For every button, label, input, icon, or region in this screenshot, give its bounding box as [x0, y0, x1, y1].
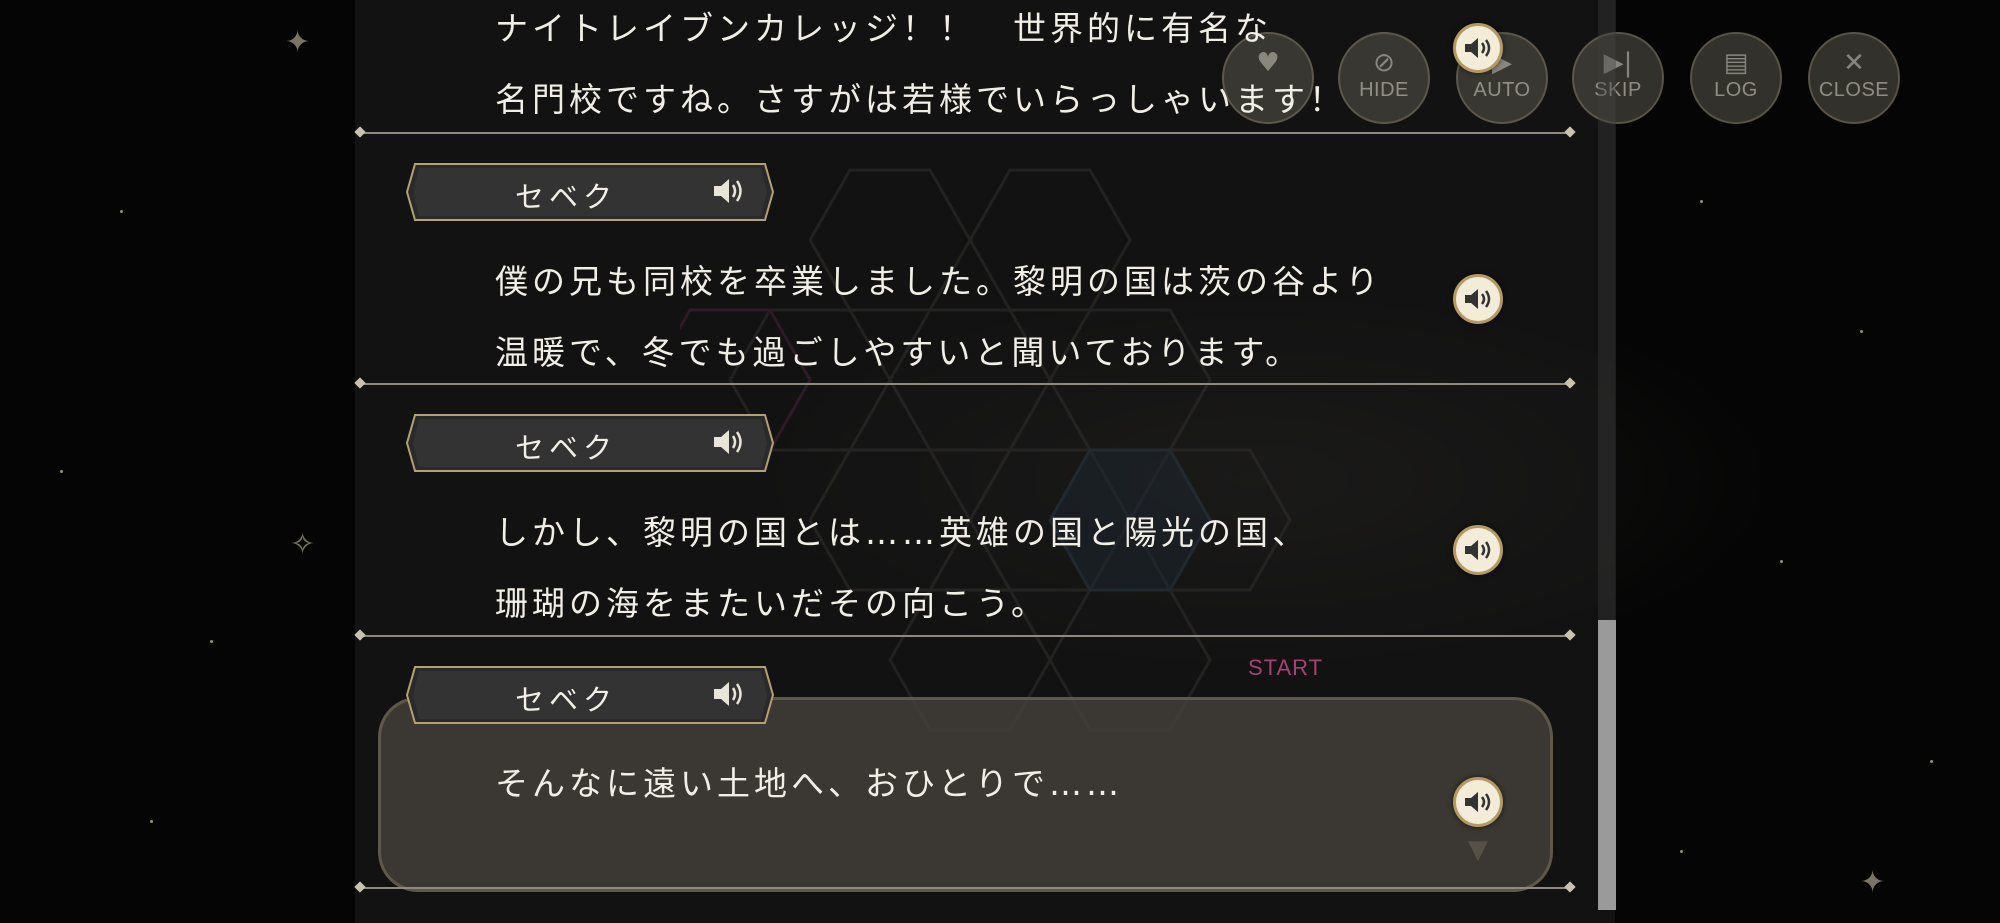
- dialogue-line: ナイトレイブンカレッジ！！ 世界的に有名な: [495, 9, 1272, 48]
- voice-play-button[interactable]: [1453, 777, 1503, 827]
- voice-play-button[interactable]: [1453, 525, 1503, 575]
- dialogue-line: そんなに遠い土地へ、おひとりで……: [495, 764, 1124, 803]
- speaker-icon: [714, 430, 742, 454]
- hide-button[interactable]: ⊘ HIDE: [1338, 32, 1430, 124]
- dialogue-line: 珊瑚の海をまたいだその向こう。: [495, 584, 1049, 623]
- speaker-name: セベク: [515, 683, 618, 717]
- dialogue-line: しかし、黎明の国とは……英雄の国と陽光の国、: [495, 513, 1309, 552]
- eye-slash-icon: ⊘: [1373, 48, 1395, 78]
- chevron-down-icon: ▼: [1468, 835, 1488, 865]
- speaker-nameplate: セベク: [405, 162, 775, 222]
- entry-separator: [360, 383, 1570, 385]
- dialogue-line: 名門校ですね。さすがは若様でいらっしゃいます！: [495, 80, 1346, 119]
- skip-button[interactable]: ▶| SKIP: [1572, 32, 1664, 124]
- sparkle-icon: ✦: [285, 25, 311, 60]
- dialogue-line: 温暖で、冬でも過ごしやすいと聞いております。: [495, 333, 1303, 372]
- speaker-icon: [1465, 289, 1491, 309]
- speaker-icon: [714, 682, 742, 706]
- close-icon: ✕: [1843, 48, 1865, 78]
- entry-separator: [360, 887, 1570, 889]
- speaker-nameplate: セベク: [405, 413, 775, 473]
- voice-play-button[interactable]: [1453, 23, 1503, 73]
- speaker-icon: [1465, 792, 1491, 812]
- dialogue-line: 僕の兄も同校を卒業しました。黎明の国は茨の谷より: [495, 262, 1383, 301]
- speaker-nameplate: セベク: [405, 665, 775, 725]
- entry-separator: [360, 635, 1570, 637]
- close-button[interactable]: ✕ CLOSE: [1808, 32, 1900, 124]
- speaker-icon: [1465, 540, 1491, 560]
- start-label: START: [1248, 655, 1324, 680]
- speaker-name: セベク: [515, 431, 618, 465]
- entry-separator: [360, 132, 1570, 134]
- voice-play-button[interactable]: [1453, 274, 1503, 324]
- log-button[interactable]: ▤ LOG: [1690, 32, 1782, 124]
- sparkle-icon: ✦: [1860, 865, 1886, 900]
- sparkle-icon: ✧: [290, 527, 316, 562]
- speaker-icon: [714, 179, 742, 203]
- log-icon: ▤: [1723, 48, 1749, 78]
- scrollbar-thumb[interactable]: [1598, 620, 1616, 910]
- speaker-icon: [1465, 38, 1491, 58]
- speaker-name: セベク: [515, 180, 618, 214]
